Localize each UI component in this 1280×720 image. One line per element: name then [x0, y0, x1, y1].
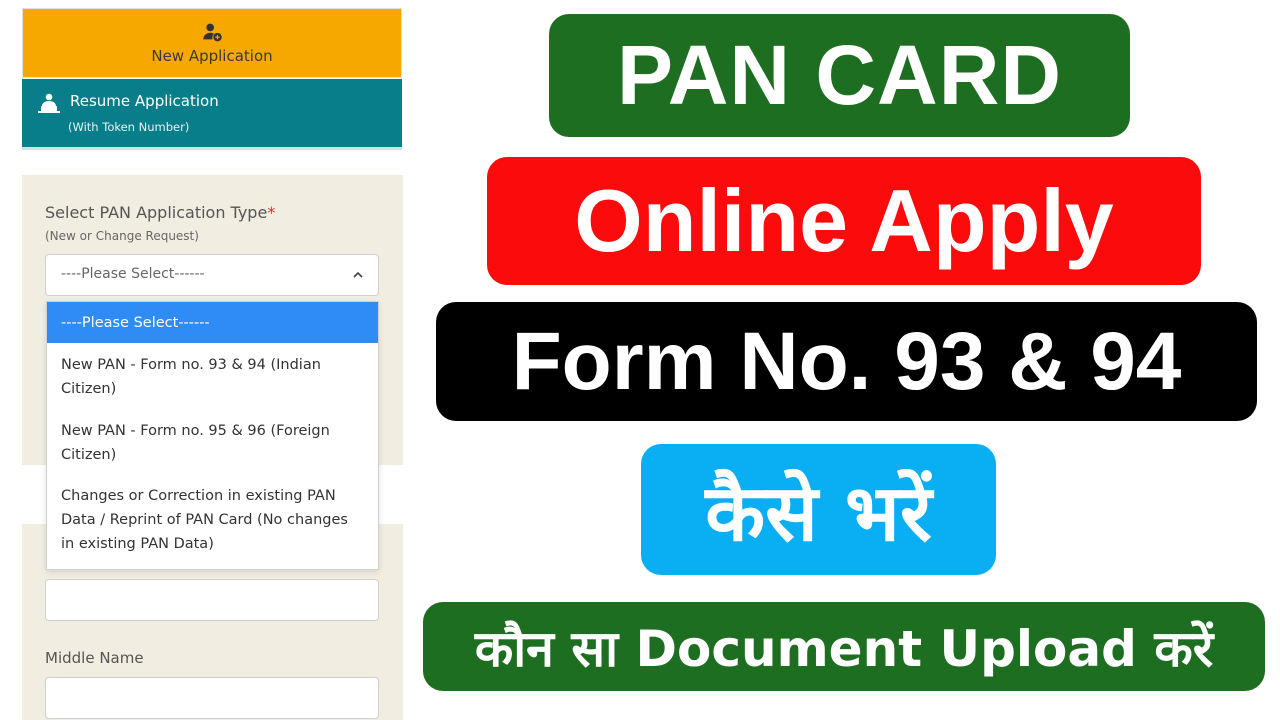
resume-application-sub: (With Token Number): [68, 120, 190, 134]
name-input[interactable]: [45, 579, 379, 621]
banner-form-number: Form No. 93 & 94: [436, 302, 1257, 421]
application-type-label: Select PAN Application Type*: [45, 203, 276, 222]
banner-document-upload: कौन सा Document Upload करें: [423, 602, 1265, 691]
person-laptop-icon: [38, 93, 60, 113]
banner-how-to-fill: कैसे भरें: [641, 444, 996, 575]
required-mark: *: [267, 203, 276, 222]
application-type-sub: (New or Change Request): [45, 229, 199, 243]
banner-online-apply: Online Apply: [487, 157, 1201, 285]
chevron-up-icon: [353, 271, 363, 278]
pan-form-screenshot: New Application Resume Application (With…: [0, 0, 420, 720]
new-application-label: New Application: [151, 47, 273, 65]
option-please-select[interactable]: ----Please Select------: [47, 302, 378, 343]
option-changes-correction[interactable]: Changes or Correction in existing PAN Da…: [47, 484, 378, 556]
resume-application-label: Resume Application: [70, 92, 219, 110]
user-plus-icon: [203, 23, 222, 42]
select-value: ----Please Select------: [61, 266, 205, 282]
thumbnail: New Application Resume Application (With…: [0, 0, 1280, 720]
option-new-pan-foreign[interactable]: New PAN - Form no. 95 & 96 (Foreign Citi…: [47, 419, 378, 467]
option-new-pan-indian[interactable]: New PAN - Form no. 93 & 94 (Indian Citiz…: [47, 353, 378, 401]
middle-name-input[interactable]: [45, 677, 379, 719]
middle-name-label: Middle Name: [45, 649, 144, 667]
new-application-button[interactable]: New Application: [22, 8, 402, 78]
banner-pan-card: PAN CARD: [549, 14, 1130, 137]
application-type-dropdown: ----Please Select------ New PAN - Form n…: [46, 301, 379, 570]
application-type-select[interactable]: ----Please Select------: [45, 254, 379, 296]
resume-application-button[interactable]: Resume Application (With Token Number): [22, 79, 402, 150]
